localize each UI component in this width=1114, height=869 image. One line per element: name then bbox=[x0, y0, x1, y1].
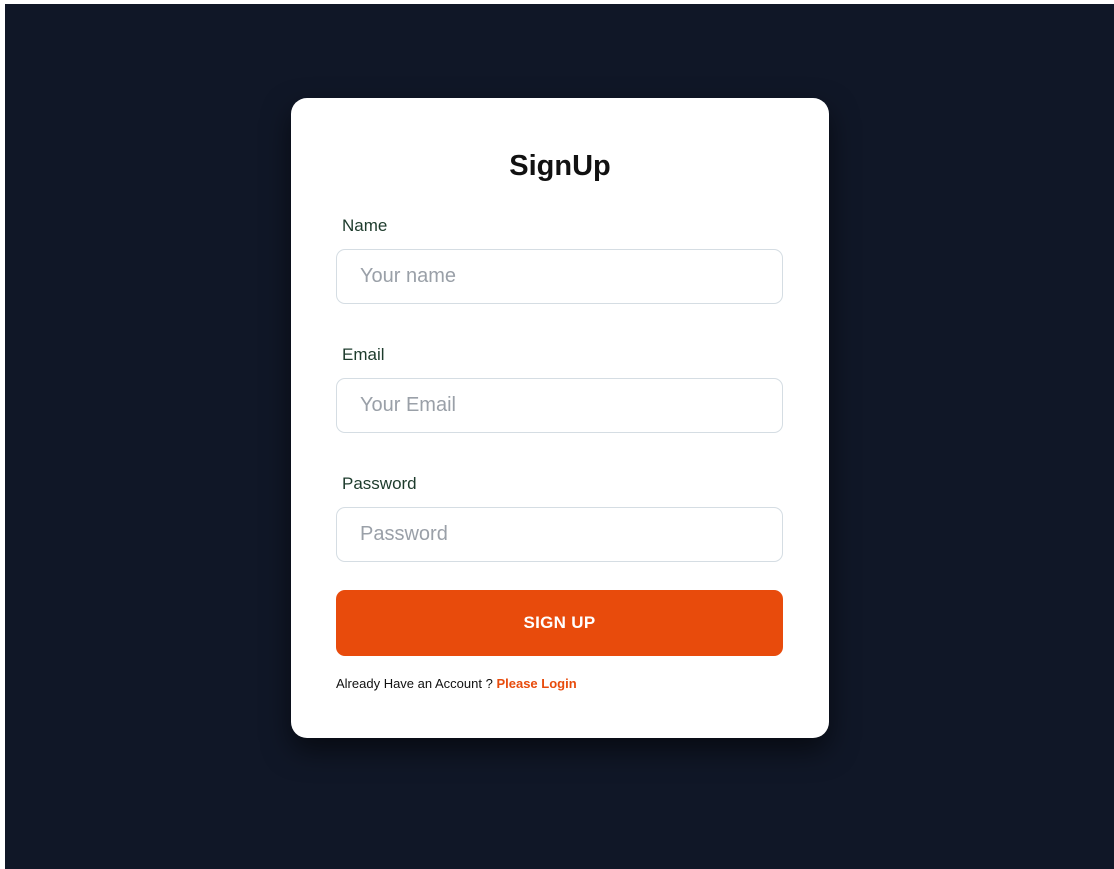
name-input[interactable] bbox=[336, 249, 783, 304]
email-input[interactable] bbox=[336, 378, 783, 433]
login-prompt: Already Have an Account ? Please Login bbox=[336, 676, 577, 692]
signup-button[interactable]: SIGN UP bbox=[336, 590, 783, 656]
page-background: SignUp Name Email Password SIGN UP Alrea… bbox=[5, 4, 1114, 869]
password-label: Password bbox=[342, 474, 417, 493]
login-link[interactable]: Please Login bbox=[496, 676, 576, 691]
signup-card: SignUp Name Email Password SIGN UP Alrea… bbox=[291, 98, 829, 738]
name-label: Name bbox=[342, 216, 388, 235]
form-title: SignUp bbox=[509, 150, 611, 182]
email-label: Email bbox=[342, 345, 385, 364]
login-prompt-text: Already Have an Account ? bbox=[336, 676, 493, 691]
password-input[interactable] bbox=[336, 507, 783, 562]
